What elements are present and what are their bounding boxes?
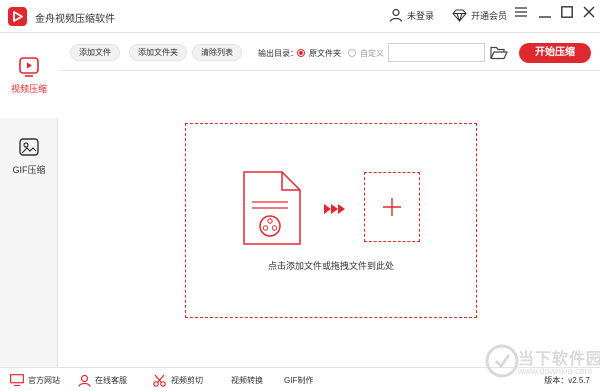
monitor-icon bbox=[10, 374, 24, 386]
file-drop-zone[interactable]: 点击添加文件或拖拽文件到此处 bbox=[185, 123, 477, 318]
video-cut-link[interactable]: 视频剪切 bbox=[153, 373, 203, 387]
scissors-icon bbox=[153, 374, 166, 387]
title-bar: 金舟视频压缩软件 未登录 开通会员 bbox=[0, 0, 600, 33]
login-button[interactable]: 未登录 bbox=[389, 3, 434, 27]
output-path-input[interactable] bbox=[388, 43, 485, 62]
radio-custom[interactable] bbox=[348, 49, 356, 57]
watermark-logo-icon bbox=[485, 344, 519, 378]
sidebar-item-label: GIF压缩 bbox=[12, 165, 46, 175]
online-support-link[interactable]: 在线客服 bbox=[78, 373, 127, 387]
user-icon bbox=[389, 8, 403, 22]
close-icon bbox=[583, 6, 595, 18]
close-button[interactable] bbox=[580, 2, 598, 22]
add-file-button[interactable]: 添加文件 bbox=[70, 44, 120, 61]
site-watermark: 当下软件园 www.downxia.com bbox=[484, 343, 600, 387]
login-label: 未登录 bbox=[407, 10, 435, 21]
gif-image-icon bbox=[19, 138, 39, 156]
plus-icon bbox=[383, 198, 401, 216]
video-convert-link[interactable]: 视频转换 bbox=[231, 375, 263, 386]
video-cut-label: 视频剪切 bbox=[171, 375, 203, 385]
official-website-link[interactable]: 官方网站 bbox=[10, 373, 60, 387]
online-support-label: 在线客服 bbox=[95, 375, 127, 385]
app-logo-icon bbox=[8, 7, 27, 26]
sidebar-item-gif-compress[interactable]: GIF压缩 bbox=[0, 138, 58, 198]
option-source-folder-label[interactable]: 原文件夹 bbox=[309, 48, 341, 59]
menu-icon bbox=[515, 7, 527, 17]
drop-hint-text: 点击添加文件或拖拽文件到此处 bbox=[267, 261, 394, 271]
clear-list-button[interactable]: 清除列表 bbox=[192, 44, 242, 61]
add-file-box[interactable] bbox=[364, 172, 420, 242]
minimize-icon bbox=[539, 16, 551, 18]
support-person-icon bbox=[78, 374, 91, 387]
sidebar-item-label: 视频压缩 bbox=[10, 84, 47, 94]
forward-arrows-icon bbox=[324, 204, 345, 214]
gif-make-link[interactable]: GIF制作 bbox=[284, 375, 313, 386]
folder-open-icon bbox=[490, 46, 508, 59]
toolbar: 添加文件 添加文件夹 清除列表 输出目录： 原文件夹 自定义 开始压缩 bbox=[59, 34, 600, 71]
watermark-url: www.downxia.com bbox=[518, 366, 593, 376]
maximize-icon bbox=[561, 6, 573, 18]
maximize-button[interactable] bbox=[558, 2, 576, 22]
radio-source-folder[interactable] bbox=[297, 49, 305, 57]
official-website-label: 官方网站 bbox=[28, 375, 60, 385]
video-file-icon bbox=[243, 171, 301, 245]
output-dir-label: 输出目录： bbox=[258, 49, 298, 58]
vip-button[interactable]: 开通会员 bbox=[452, 3, 507, 27]
start-compress-button[interactable]: 开始压缩 bbox=[519, 43, 591, 63]
browse-folder-button[interactable] bbox=[489, 44, 509, 61]
option-custom-label[interactable]: 自定义 bbox=[360, 48, 384, 59]
add-folder-button[interactable]: 添加文件夹 bbox=[129, 44, 187, 61]
sidebar: 视频压缩 GIF压缩 bbox=[0, 34, 58, 367]
minimize-button[interactable] bbox=[536, 2, 554, 22]
video-play-icon bbox=[19, 57, 39, 77]
sidebar-item-video-compress[interactable]: 视频压缩 bbox=[0, 34, 58, 118]
menu-button[interactable] bbox=[512, 2, 530, 22]
vip-label: 开通会员 bbox=[471, 10, 508, 21]
app-title: 金舟视频压缩软件 bbox=[35, 14, 115, 25]
diamond-icon bbox=[452, 9, 467, 22]
